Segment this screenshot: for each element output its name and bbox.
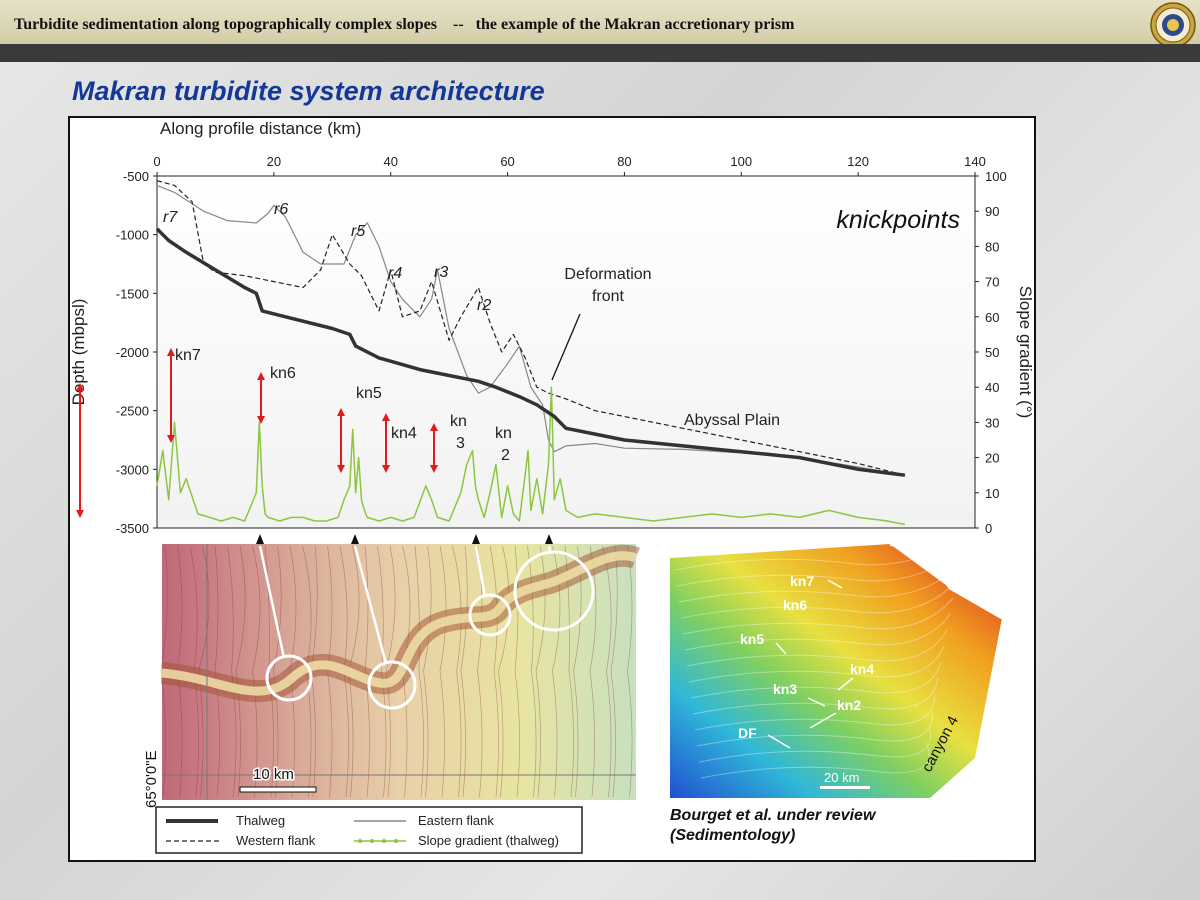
x-tick-label: 0	[153, 154, 160, 169]
knickpoint-arrow-head	[76, 510, 84, 518]
citation: Bourget et al. under review (Sedimentolo…	[670, 806, 875, 846]
y2-tick-label: 30	[985, 415, 999, 430]
legend: Thalweg Eastern flank Western flank Slop…	[155, 806, 583, 854]
map3d-scale-bar-20km	[820, 786, 870, 789]
reach-label-r6: r6	[274, 201, 288, 218]
y2-tick-label: 40	[985, 380, 999, 395]
y-tick-label: -3500	[116, 521, 149, 536]
institution-seal-icon	[1150, 2, 1196, 48]
abyssal-plain-label: Abyssal Plain	[684, 412, 780, 429]
map-pointer-arrows	[256, 534, 553, 544]
x-axis-label: Along profile distance (km)	[160, 119, 361, 138]
figure-panel: 0 20 40 60 80 100 120 140 -500 -1000 -1500 -2000 -25…	[68, 116, 1036, 862]
y-tick-label: -1500	[116, 286, 149, 301]
y-tick-label: -500	[123, 169, 149, 184]
legend-label-slope-gradient: Slope gradient (thalweg)	[418, 833, 559, 848]
legend-label-thalweg: Thalweg	[236, 813, 285, 828]
citation-line-2: (Sedimentology)	[670, 827, 796, 844]
profile-figure: 0 20 40 60 80 100 120 140-500-1000-1500-2000-25…	[69, 119, 1035, 854]
knickpoint-label-kn3-top: kn	[450, 413, 467, 430]
reach-label-r2: r2	[477, 297, 491, 314]
y2-tick-label: 0	[985, 521, 992, 536]
knickpoint-label-kn3-bottom: 3	[456, 435, 465, 452]
knickpoint-label-kn5: kn5	[356, 385, 382, 402]
y2-tick-label: 10	[985, 486, 999, 501]
y2-tick-label: 70	[985, 275, 999, 290]
citation-line-1: Bourget et al. under review	[670, 807, 876, 824]
map3d-label-kn4: kn4	[850, 661, 874, 677]
legend-label-western-flank: Western flank	[236, 833, 316, 848]
map3d-scale-label-20km: 20 km	[824, 770, 859, 785]
y-tick-label: -1000	[116, 228, 149, 243]
knickpoint-label-kn7: kn7	[175, 347, 201, 364]
y2-tick-label: 90	[985, 204, 999, 219]
knickpoint-label-kn6: kn6	[270, 365, 296, 382]
map3d-label-df: DF	[738, 725, 757, 741]
right-3d-map: kn7 kn6 kn5 kn4 kn3 kn2 DF canyon 4 20 k…	[670, 533, 1003, 798]
y-tick-label: -2000	[116, 345, 149, 360]
longitude-label: 65°0'0"E	[143, 750, 160, 808]
map3d-label-kn2: kn2	[837, 697, 861, 713]
x-tick-label: 20	[267, 154, 281, 169]
x-tick-label: 100	[730, 154, 752, 169]
y2-tick-label: 20	[985, 451, 999, 466]
reach-label-r4: r4	[388, 265, 402, 282]
map3d-label-kn7: kn7	[790, 573, 814, 589]
left-bathymetry-map: 10 km 65°0'0"E	[143, 544, 640, 808]
slide-title: Makran turbidite system architecture	[72, 76, 545, 106]
x-tick-label: 40	[383, 154, 397, 169]
header-title: Turbidite sedimentation along topographi…	[14, 16, 795, 33]
y2-tick-label: 50	[985, 345, 999, 360]
y-tick-label: -2500	[116, 404, 149, 419]
x-tick-label: 120	[847, 154, 869, 169]
deformation-front-label-line1: Deformation	[564, 266, 651, 283]
map3d-label-kn6: kn6	[783, 597, 807, 613]
header-dark-band	[0, 44, 1200, 62]
header-bar: Turbidite sedimentation along topographi…	[0, 0, 1200, 48]
knickpoint-label-kn2-bottom: 2	[501, 447, 510, 464]
map3d-label-kn3: kn3	[773, 681, 797, 697]
deformation-front-label-line2: front	[592, 288, 625, 305]
reach-label-r7: r7	[163, 209, 178, 226]
map-scale-label-10km: 10 km	[253, 766, 294, 783]
reach-label-r5: r5	[351, 223, 365, 240]
y-tick-label: -3000	[116, 462, 149, 477]
reach-label-r3: r3	[434, 264, 448, 281]
x-tick-label: 60	[500, 154, 514, 169]
map3d-label-kn5: kn5	[740, 631, 764, 647]
knickpoint-label-kn4: kn4	[391, 425, 417, 442]
knickpoint-label-kn2-top: kn	[495, 425, 512, 442]
x-tick-label: 140	[964, 154, 986, 169]
knickpoints-title: knickpoints	[836, 206, 960, 234]
map-scale-bar-10km	[239, 786, 317, 793]
y2-tick-label: 100	[985, 169, 1007, 184]
y2-axis-label: Slope gradient (°)	[1016, 286, 1034, 418]
y2-tick-label: 80	[985, 239, 999, 254]
legend-label-eastern-flank: Eastern flank	[418, 813, 494, 828]
y2-tick-label: 60	[985, 310, 999, 325]
x-tick-label: 80	[617, 154, 631, 169]
